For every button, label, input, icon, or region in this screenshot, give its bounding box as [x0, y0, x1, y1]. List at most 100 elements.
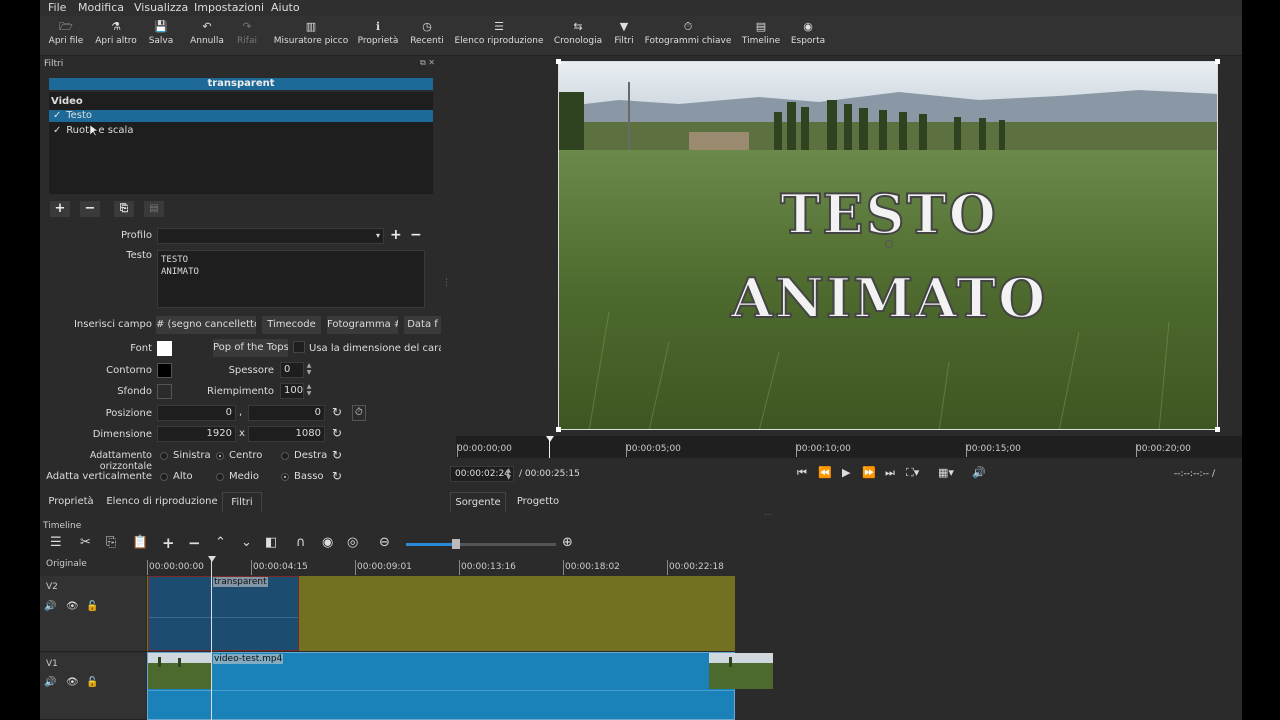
timeline-playhead[interactable] [211, 556, 212, 720]
copy-icon[interactable]: ⎘ [106, 535, 116, 551]
menu-visualizza[interactable]: Visualizza [134, 1, 188, 14]
playlist-button[interactable]: ☰ Elenco riproduzione [452, 18, 546, 54]
thickness-spinner-icon[interactable]: ▲ ▼ [305, 362, 313, 378]
check-icon[interactable]: ✓ [53, 110, 63, 122]
lock-icon[interactable]: 🔓 [86, 601, 98, 612]
filters-button[interactable]: ▼ Filtri [610, 18, 638, 54]
keyframes-button[interactable]: ⏱ Fotogrammi chiave [644, 18, 732, 54]
append-icon[interactable]: + [162, 535, 175, 551]
tab-playlist[interactable]: Elenco di riproduzione [104, 492, 220, 512]
use-font-size-checkbox[interactable] [293, 341, 305, 353]
fill-spinner-icon[interactable]: ▲ ▼ [305, 383, 313, 399]
position-handle-icon[interactable] [885, 240, 893, 248]
overwrite-icon[interactable]: ⌄ [241, 535, 252, 551]
clip-transparent[interactable] [148, 576, 299, 651]
reset-position-icon[interactable]: ↻ [332, 406, 342, 418]
open-other-button[interactable]: ⚗ Apri altro [92, 18, 140, 54]
position-x-input[interactable]: 0 [157, 405, 236, 421]
volume-icon[interactable]: 🔊 [972, 466, 986, 479]
split-icon[interactable]: ◧ [265, 535, 277, 551]
h-center-radio[interactable] [216, 452, 224, 460]
background-color-swatch[interactable] [157, 384, 172, 399]
track-v2[interactable]: transparent [147, 576, 735, 651]
eye-icon[interactable]: 👁 [66, 601, 79, 612]
timeline-button[interactable]: ▤ Timeline [740, 18, 782, 54]
skip-next-icon[interactable]: ⏭ [885, 466, 895, 480]
profile-select[interactable]: ▾ [157, 228, 384, 244]
insert-date-button[interactable]: Data f [404, 316, 441, 334]
keyframe-position-icon[interactable]: ⏱ [352, 405, 366, 421]
zoom-in-icon[interactable]: ⊕ [562, 535, 573, 551]
size-width-input[interactable]: 1920 [157, 426, 236, 442]
scrub-icon[interactable]: ◉ [322, 535, 333, 551]
paste-filter-button[interactable]: ▤ [144, 201, 164, 217]
snap-icon[interactable]: ∩ [296, 535, 306, 551]
rewind-icon[interactable]: ⏪ [818, 466, 832, 479]
timecode-spinner-icon[interactable]: ▲ ▼ [506, 467, 511, 481]
tab-properties[interactable]: Proprietà [44, 492, 98, 512]
skip-previous-icon[interactable]: ⏮ [797, 466, 807, 480]
v-bottom-radio[interactable] [281, 473, 289, 481]
menu-aiuto[interactable]: Aiuto [271, 1, 300, 14]
redo-button[interactable]: ↷ Rifai [232, 18, 262, 54]
v-middle-radio[interactable] [216, 473, 224, 481]
text-input[interactable]: TESTO ANIMATO [157, 250, 425, 308]
track-head-v2[interactable]: V2 🔊 👁 🔓 [40, 576, 146, 652]
remove-preset-icon[interactable]: − [410, 227, 422, 243]
position-y-input[interactable]: 0 [248, 405, 325, 421]
lift-icon[interactable]: ⌃ [215, 535, 226, 551]
h-left-radio[interactable] [160, 452, 168, 460]
add-preset-icon[interactable]: + [390, 227, 402, 243]
video-preview[interactable]: TESTO ANIMATO [558, 61, 1218, 430]
fill-input[interactable]: 100 [280, 383, 304, 399]
player-ruler[interactable]: 00:00:00;00 00:00:05;00 00:00:10;00 00:0… [456, 436, 1242, 458]
history-button[interactable]: ⇆ Cronologia [552, 18, 604, 54]
thickness-input[interactable]: 0 [280, 362, 304, 378]
lock-icon[interactable]: 🔓 [86, 677, 98, 688]
fast-forward-icon[interactable]: ⏩ [862, 466, 876, 479]
save-button[interactable]: 💾 Salva [144, 18, 178, 54]
copy-filter-button[interactable]: ⎘ [114, 201, 134, 217]
overlay-text-line1[interactable]: TESTO [559, 183, 1217, 245]
eye-icon[interactable]: 👁 [66, 677, 79, 688]
zoom-slider[interactable] [406, 539, 556, 549]
paste-icon[interactable]: 📋 [132, 535, 148, 551]
resize-handle-tl[interactable] [556, 59, 561, 64]
menu-icon[interactable]: ☰ [50, 535, 62, 551]
timeline-playhead-marker-icon[interactable] [208, 556, 216, 562]
track-head-v1[interactable]: V1 🔊 👁 🔓 [40, 653, 146, 720]
recent-button[interactable]: ◷ Recenti [408, 18, 446, 54]
mute-icon[interactable]: 🔊 [44, 677, 56, 688]
add-filter-button[interactable]: + [50, 201, 70, 217]
check-icon[interactable]: ✓ [53, 125, 63, 137]
track-v1[interactable]: video-test.mp4 [147, 652, 773, 720]
resize-handle-icon[interactable]: ⋮ [442, 278, 451, 288]
playhead-marker-icon[interactable] [546, 436, 554, 442]
resize-handle-tr[interactable] [1215, 59, 1220, 64]
splitter-handle-icon[interactable]: ⋯ [764, 510, 772, 519]
export-button[interactable]: ◉ Esporta [790, 18, 826, 54]
font-color-swatch[interactable] [157, 341, 172, 356]
v-top-radio[interactable] [160, 473, 168, 481]
grid-icon[interactable]: ▦▾ [938, 466, 954, 479]
play-icon[interactable]: ▶ [842, 466, 850, 479]
current-timecode-input[interactable]: 00:00:02:24 ▲ ▼ [450, 466, 514, 482]
undo-button[interactable]: ↶ Annulla [188, 18, 226, 54]
zoom-slider-handle[interactable] [452, 539, 460, 549]
ripple-icon[interactable]: ◎ [347, 535, 358, 551]
mute-icon[interactable]: 🔊 [44, 601, 56, 612]
reset-h-align-icon[interactable]: ↻ [332, 449, 342, 461]
undock-icon[interactable]: ⧉ ✕ [420, 58, 435, 68]
menu-file[interactable]: File [48, 1, 66, 14]
peak-meter-button[interactable]: ▥ Misuratore picco [270, 18, 352, 54]
zoom-out-icon[interactable]: ⊖ [379, 535, 390, 551]
size-height-input[interactable]: 1080 [248, 426, 325, 442]
filter-item-testo[interactable]: ✓ Testo [49, 110, 433, 122]
menu-modifica[interactable]: Modifica [78, 1, 124, 14]
outline-color-swatch[interactable] [157, 363, 172, 378]
insert-frame-button[interactable]: Fotogramma # [327, 316, 398, 334]
h-right-radio[interactable] [281, 452, 289, 460]
resize-handle-bl[interactable] [556, 427, 561, 432]
cut-icon[interactable]: ✂ [80, 535, 91, 551]
remove-icon[interactable]: − [188, 535, 201, 551]
